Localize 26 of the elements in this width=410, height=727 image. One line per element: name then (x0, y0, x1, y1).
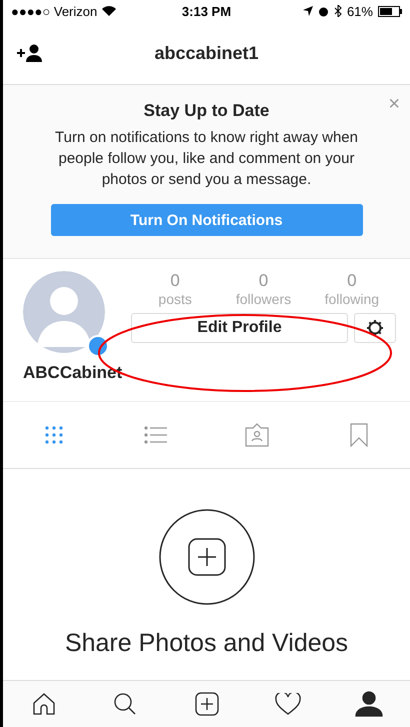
battery-icon (378, 6, 402, 16)
settings-button[interactable] (354, 313, 396, 343)
stat-label: following (324, 291, 380, 307)
username-title: abccabinet1 (154, 42, 259, 64)
turn-on-notifications-button[interactable]: Turn On Notifications (50, 204, 362, 236)
stat-count: 0 (170, 271, 180, 291)
add-photo-icon[interactable] (158, 509, 254, 605)
carrier-text: ●●●●○ Verizon (11, 4, 98, 18)
alarm-icon (318, 6, 329, 16)
stat-count: 0 (258, 271, 268, 291)
wifi-icon (102, 6, 116, 16)
banner-title: Stay Up to Date (144, 101, 270, 121)
battery-percent: 61% (346, 4, 373, 18)
empty-state-title: Share Photos and Videos (64, 629, 348, 658)
stat-label: posts (158, 291, 192, 307)
profile-name: ABCCabinet (22, 362, 124, 383)
stat-label: followers (236, 291, 292, 307)
status-time: 3:13 PM (182, 4, 232, 18)
banner-message: Turn on notifications to know right away when people follow you, like and comment on your photos or send you a message. (54, 128, 359, 190)
close-button[interactable]: × (388, 93, 400, 116)
location-arrow-icon (302, 6, 313, 16)
edit-profile-button[interactable]: Edit Profile (131, 313, 348, 343)
stat-count: 0 (347, 271, 357, 291)
add-person-icon[interactable] (17, 44, 43, 62)
avatar[interactable] (23, 271, 105, 353)
bluetooth-icon (334, 5, 342, 17)
